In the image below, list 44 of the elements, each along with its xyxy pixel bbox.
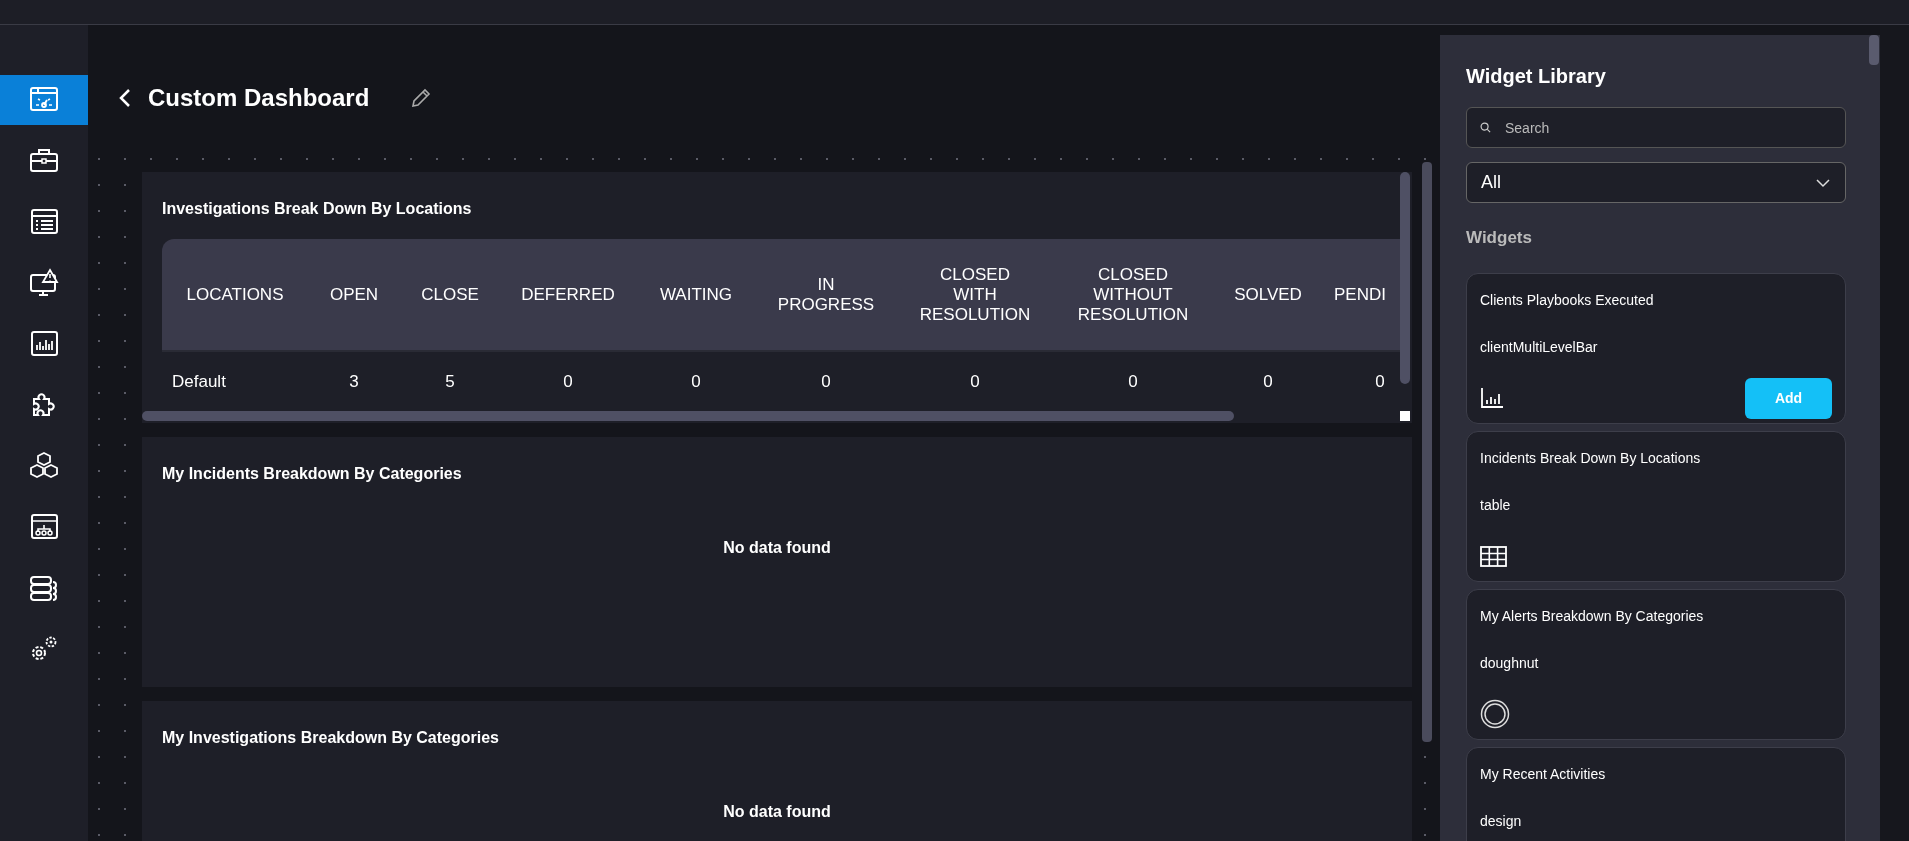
column-header: LOCATIONS [162,239,308,351]
section-heading: Widgets [1466,227,1533,249]
column-header: DEFERRED [500,239,636,351]
table-icon [1480,545,1507,567]
panel-title: Widget Library [1466,64,1607,89]
page-title: Custom Dashboard [148,83,370,113]
widget-library-card[interactable]: My Alerts Breakdown By Categories doughnut [1466,588,1846,740]
widget-name: My Alerts Breakdown By Categories [1480,606,1705,626]
scrollbar[interactable] [1422,162,1432,742]
widget-title: My Investigations Breakdown By Categories [161,728,500,748]
column-header: OPEN [308,239,400,351]
back-icon[interactable] [118,87,132,109]
empty-message: No data found [722,802,832,822]
scrollbar-corner [1400,411,1410,421]
column-header: CLOSED WITH RESOLUTION [896,239,1054,351]
column-header: PENDI [1324,239,1400,351]
search-field[interactable]: Search [1466,107,1846,148]
scrollbar[interactable] [1869,35,1879,65]
column-header: IN PROGRESS [756,239,896,351]
widget-title: My Incidents Breakdown By Categories [161,464,463,484]
widget-name: Incidents Break Down By Locations [1480,448,1702,468]
column-header: CLOSE [400,239,500,351]
widget-title: Investigations Break Down By Locations [161,199,473,219]
widget-type: design [1480,811,1523,831]
horizontal-scrollbar[interactable] [142,411,1234,421]
widget-name: My Recent Activities [1480,764,1607,784]
widget-library-card[interactable]: Clients Playbooks Executed clientMultiLevelBar Add [1466,272,1846,424]
vertical-scrollbar[interactable] [1400,172,1410,384]
widget-type: table [1480,495,1512,515]
chevron-down-icon [1815,177,1831,188]
bar-chart-icon [1480,387,1504,409]
doughnut-icon [1480,699,1510,729]
widget-name: Clients Playbooks Executed [1480,290,1655,310]
empty-message: No data found [722,538,832,558]
widget-library-card[interactable]: Incidents Break Down By Locations table [1466,430,1846,582]
widget-type: clientMultiLevelBar [1480,337,1599,357]
monitor-alert-icon [28,267,60,299]
widget-library-card[interactable]: My Recent Activities design [1466,746,1846,841]
column-header: CLOSED WITHOUT RESOLUTION [1054,239,1212,351]
widget-type: doughnut [1480,653,1540,673]
search-icon [1480,122,1491,133]
column-header: WAITING [636,239,756,351]
column-header: SOLVED [1212,239,1324,351]
category-dropdown[interactable]: All [1466,162,1846,203]
